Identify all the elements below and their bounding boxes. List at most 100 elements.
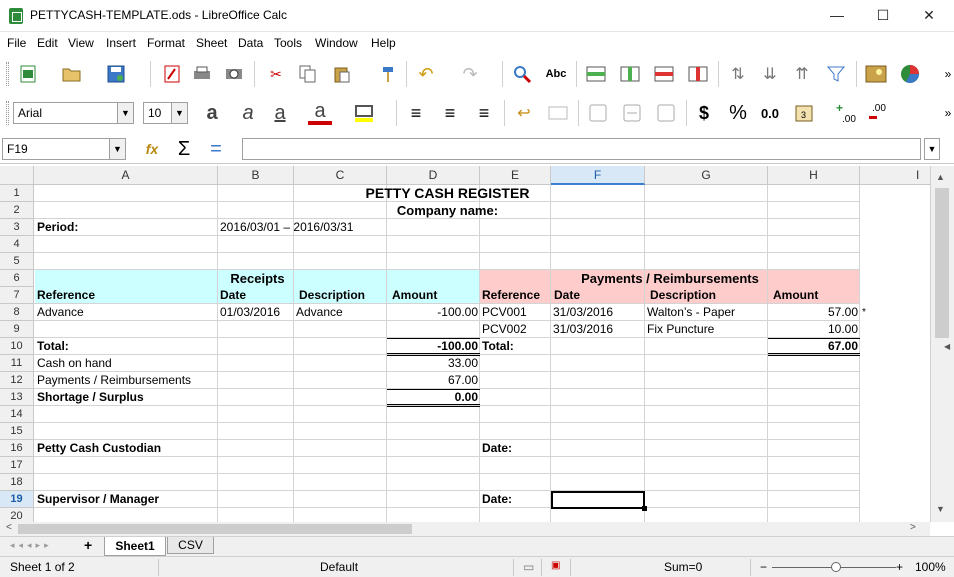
column-header-c[interactable]: C bbox=[294, 166, 387, 185]
insert-image-icon[interactable] bbox=[864, 62, 888, 86]
row-header[interactable]: 9 bbox=[0, 321, 34, 338]
toolbar-grip[interactable] bbox=[6, 62, 9, 86]
align-right-icon[interactable]: ≡ bbox=[472, 101, 496, 125]
row-header[interactable]: 14 bbox=[0, 406, 34, 423]
receipt-reference[interactable]: Advance bbox=[35, 304, 86, 321]
align-left-icon[interactable]: ≡ bbox=[404, 101, 428, 125]
menu-view[interactable]: View bbox=[68, 36, 94, 50]
tab-navigation-icons[interactable]: ◂◂◂▸▸ bbox=[10, 540, 53, 551]
menu-format[interactable]: Format bbox=[147, 36, 185, 50]
zoom-in-icon[interactable]: + bbox=[896, 560, 903, 574]
italic-icon[interactable]: a bbox=[236, 101, 260, 125]
currency-format-button[interactable]: $ bbox=[692, 101, 716, 125]
row-header[interactable]: 3 bbox=[0, 219, 34, 236]
insert-row-icon[interactable] bbox=[584, 62, 608, 86]
column-header-d[interactable]: D bbox=[387, 166, 480, 185]
chevron-down-icon[interactable]: ▼ bbox=[117, 103, 133, 123]
column-header-a[interactable]: A bbox=[34, 166, 218, 185]
row-header[interactable]: 18 bbox=[0, 474, 34, 491]
menu-file[interactable]: File bbox=[7, 36, 26, 50]
new-document-icon[interactable] bbox=[16, 62, 40, 86]
underline-icon[interactable]: a bbox=[268, 101, 292, 125]
row-header[interactable]: 11 bbox=[0, 355, 34, 372]
page-style-status[interactable]: Default bbox=[320, 560, 358, 574]
date-format-icon[interactable]: 3 bbox=[792, 101, 816, 125]
center-vertically-icon[interactable] bbox=[620, 101, 644, 125]
name-box[interactable]: F19 ▼ bbox=[2, 138, 126, 160]
receipt-amount[interactable]: -100.00 bbox=[387, 304, 480, 321]
align-bottom-icon[interactable] bbox=[654, 101, 678, 125]
column-header-g[interactable]: G bbox=[645, 166, 768, 185]
toolbar-grip[interactable] bbox=[6, 101, 9, 125]
spreadsheet-grid[interactable]: A B C D E F G H I 1 2 3 4 5 6 7 8 9 10 1… bbox=[0, 166, 930, 522]
percent-format-button[interactable]: % bbox=[726, 101, 750, 125]
row-header[interactable]: 20 bbox=[0, 508, 34, 522]
delete-row-icon[interactable] bbox=[652, 62, 676, 86]
horizontal-scroll-thumb[interactable] bbox=[18, 524, 412, 534]
active-cell-cursor[interactable] bbox=[551, 491, 645, 509]
menu-help[interactable]: Help bbox=[371, 36, 396, 50]
scroll-down-icon[interactable]: ▼ bbox=[936, 504, 945, 514]
redo-icon[interactable]: ↷ bbox=[458, 62, 482, 86]
zoom-slider-thumb[interactable] bbox=[831, 562, 841, 572]
maximize-button[interactable]: ☐ bbox=[860, 0, 906, 30]
sort-icon[interactable]: ⇅ bbox=[726, 62, 750, 86]
payment-date[interactable]: 31/03/2016 bbox=[551, 304, 615, 321]
formula-input[interactable] bbox=[242, 138, 921, 160]
font-name-combo[interactable]: Arial ▼ bbox=[13, 102, 134, 124]
close-button[interactable]: ✕ bbox=[906, 0, 952, 30]
select-all-corner[interactable] bbox=[0, 166, 34, 185]
align-top-icon[interactable] bbox=[586, 101, 610, 125]
bold-icon[interactable]: a bbox=[200, 101, 224, 125]
payment-description[interactable]: Fix Puncture bbox=[645, 321, 716, 338]
clone-formatting-icon[interactable] bbox=[376, 62, 400, 86]
export-pdf-icon[interactable] bbox=[160, 62, 184, 86]
zoom-level[interactable]: 100% bbox=[915, 560, 946, 574]
zoom-out-icon[interactable]: − bbox=[760, 560, 767, 574]
merge-cells-icon[interactable] bbox=[546, 101, 570, 125]
payment-description[interactable]: Walton’s - Paper bbox=[645, 304, 737, 321]
function-wizard-icon[interactable]: fx bbox=[140, 137, 164, 161]
more-formatting-icon[interactable]: » bbox=[936, 101, 954, 125]
cut-icon[interactable]: ✂ bbox=[264, 62, 288, 86]
column-header-h[interactable]: H bbox=[768, 166, 860, 185]
row-header[interactable]: 15 bbox=[0, 423, 34, 440]
expand-formula-bar-icon[interactable]: ▼ bbox=[924, 138, 940, 160]
payment-amount[interactable]: 10.00 bbox=[768, 321, 860, 338]
cash-on-hand-value[interactable]: 33.00 bbox=[387, 355, 480, 372]
highlight-color-icon[interactable] bbox=[352, 101, 376, 125]
row-header[interactable]: 16 bbox=[0, 440, 34, 457]
receipt-description[interactable]: Advance bbox=[294, 304, 345, 321]
tab-sheet1[interactable]: Sheet1 bbox=[104, 537, 166, 556]
menu-data[interactable]: Data bbox=[238, 36, 263, 50]
sort-ascending-icon[interactable]: ⇈ bbox=[790, 62, 814, 86]
paste-icon[interactable] bbox=[330, 62, 354, 86]
payment-reference[interactable]: PCV001 bbox=[480, 304, 529, 321]
wrap-text-icon[interactable]: ↩ bbox=[512, 101, 536, 125]
row-header[interactable]: 10 bbox=[0, 338, 34, 355]
row-header[interactable]: 17 bbox=[0, 457, 34, 474]
chevron-down-icon[interactable]: ▼ bbox=[109, 139, 125, 159]
scroll-right-icon[interactable]: > bbox=[910, 522, 916, 533]
sidebar-toggle-icon[interactable]: ◀ bbox=[944, 342, 950, 351]
row-header[interactable]: 4 bbox=[0, 236, 34, 253]
add-sheet-icon[interactable]: + bbox=[84, 537, 92, 553]
payments-reimbursements-value[interactable]: 67.00 bbox=[387, 372, 480, 389]
column-header-i[interactable]: I bbox=[860, 166, 930, 185]
insert-column-icon[interactable] bbox=[618, 62, 642, 86]
scroll-left-icon[interactable]: < bbox=[6, 522, 12, 533]
print-icon[interactable] bbox=[190, 62, 214, 86]
delete-column-icon[interactable] bbox=[686, 62, 710, 86]
payment-amount[interactable]: 57.00 bbox=[768, 304, 860, 321]
align-center-icon[interactable]: ≡ bbox=[438, 101, 462, 125]
column-header-f[interactable]: F bbox=[551, 166, 645, 185]
menu-window[interactable]: Window bbox=[315, 36, 358, 50]
selection-mode-icon[interactable]: ▭ bbox=[523, 560, 534, 574]
font-color-icon[interactable]: a bbox=[308, 99, 332, 123]
copy-icon[interactable] bbox=[296, 62, 320, 86]
menu-tools[interactable]: Tools bbox=[274, 36, 302, 50]
find-replace-icon[interactable] bbox=[510, 62, 534, 86]
vertical-scrollbar[interactable]: ▲ ◀ ▼ bbox=[930, 166, 954, 522]
minimize-button[interactable]: — bbox=[814, 0, 860, 30]
row-header[interactable]: 7 bbox=[0, 287, 34, 304]
